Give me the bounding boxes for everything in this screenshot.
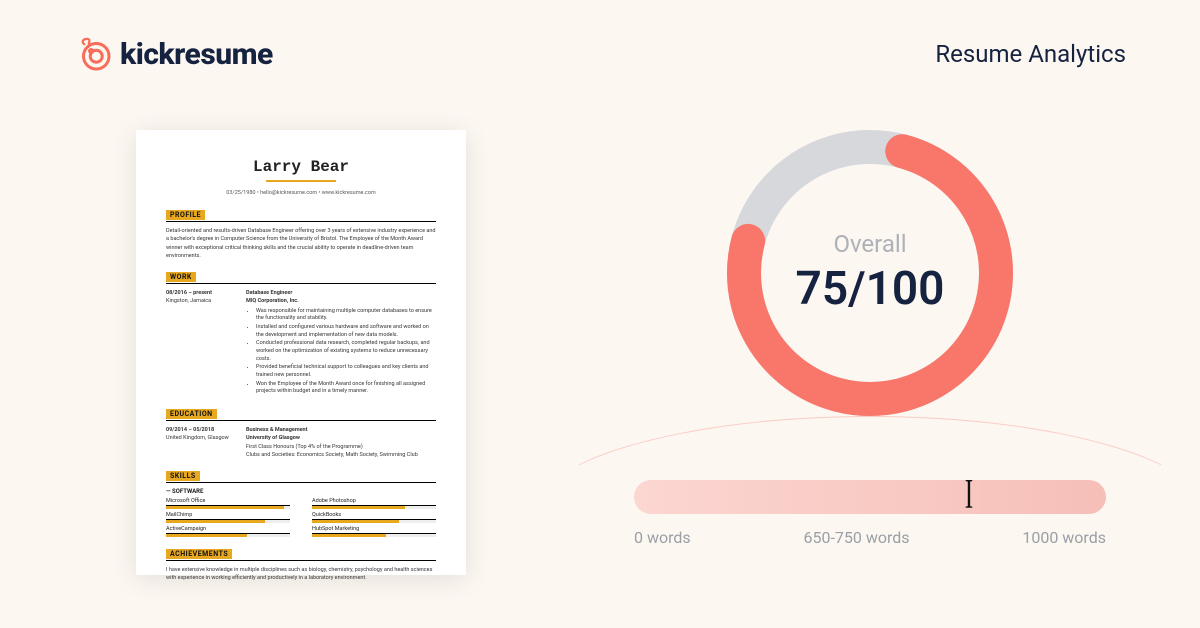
range-bar: I xyxy=(634,480,1106,514)
brand-logo: kickresume xyxy=(76,36,273,72)
word-count-range: I 0 words 650-750 words 1000 words xyxy=(634,480,1106,547)
work-bullet: Won the Employee of the Month Award once… xyxy=(256,381,436,396)
analytics-panel: Overall 75/100 I 0 words 650-750 words 1… xyxy=(620,116,1120,430)
skill-label: MailChimp xyxy=(166,512,192,518)
edu-degree: Business & Management xyxy=(246,426,436,434)
resume-contact: 03/25/1980 • hello@kickresume.com • www.… xyxy=(166,190,436,196)
section-profile: PROFILE xyxy=(166,210,205,220)
skill-label: HubSpot Marketing xyxy=(312,526,359,532)
name-underline xyxy=(266,180,336,182)
skills-subhead: — SOFTWARE xyxy=(166,488,436,495)
work-company: MIQ Corporation, Inc. xyxy=(246,297,436,305)
score-donut: Overall 75/100 xyxy=(713,116,1027,430)
edu-dates: 09/2014 – 05/2018 xyxy=(166,426,236,434)
section-achievements: ACHIEVEMENTS xyxy=(166,549,232,559)
overall-label: Overall xyxy=(833,230,906,258)
section-education: EDUCATION xyxy=(166,409,217,419)
work-bullet: Installed and configured various hardwar… xyxy=(256,324,436,339)
achievements-text: I have extensive knowledge in multiple d… xyxy=(166,566,436,583)
work-bullet: Conducted professional data research, co… xyxy=(256,340,436,363)
work-bullet: Was responsible for maintaining multiple… xyxy=(256,308,436,323)
edu-line: Clubs and Societies: Economics Society, … xyxy=(246,451,436,459)
brand-name: kickresume xyxy=(120,37,273,72)
work-dates: 08/2016 – present xyxy=(166,289,236,297)
section-skills: SKILLS xyxy=(166,471,200,481)
skill-label: Microsoft Office xyxy=(166,498,205,504)
page-title: Resume Analytics xyxy=(935,40,1126,68)
work-bullet: Provided beneficial technical support to… xyxy=(256,364,436,379)
profile-text: Detail-oriented and results-driven Datab… xyxy=(166,227,436,260)
range-handle-icon: I xyxy=(965,474,973,516)
edu-location: United Kingdom, Glasgow xyxy=(166,434,236,442)
range-target: 650-750 words xyxy=(803,528,909,547)
overall-score: 75/100 xyxy=(796,262,945,316)
skill-label: Adobe Photoshop xyxy=(312,498,356,504)
skill-label: QuickBooks xyxy=(312,512,341,518)
edu-line: First Class Honours (Top 4% of the Progr… xyxy=(246,443,436,451)
edu-university: University of Glasgow xyxy=(246,434,436,442)
resume-name: Larry Bear xyxy=(166,158,436,176)
chameleon-icon xyxy=(76,36,112,72)
range-min: 0 words xyxy=(634,528,691,547)
section-work: WORK xyxy=(166,272,196,282)
range-max: 1000 words xyxy=(1022,528,1106,547)
work-role: Database Engineer xyxy=(246,289,436,297)
skill-label: ActiveCampaign xyxy=(166,526,206,532)
work-location: Kingston, Jamaica xyxy=(166,297,236,305)
resume-preview: Larry Bear 03/25/1980 • hello@kickresume… xyxy=(136,130,466,575)
